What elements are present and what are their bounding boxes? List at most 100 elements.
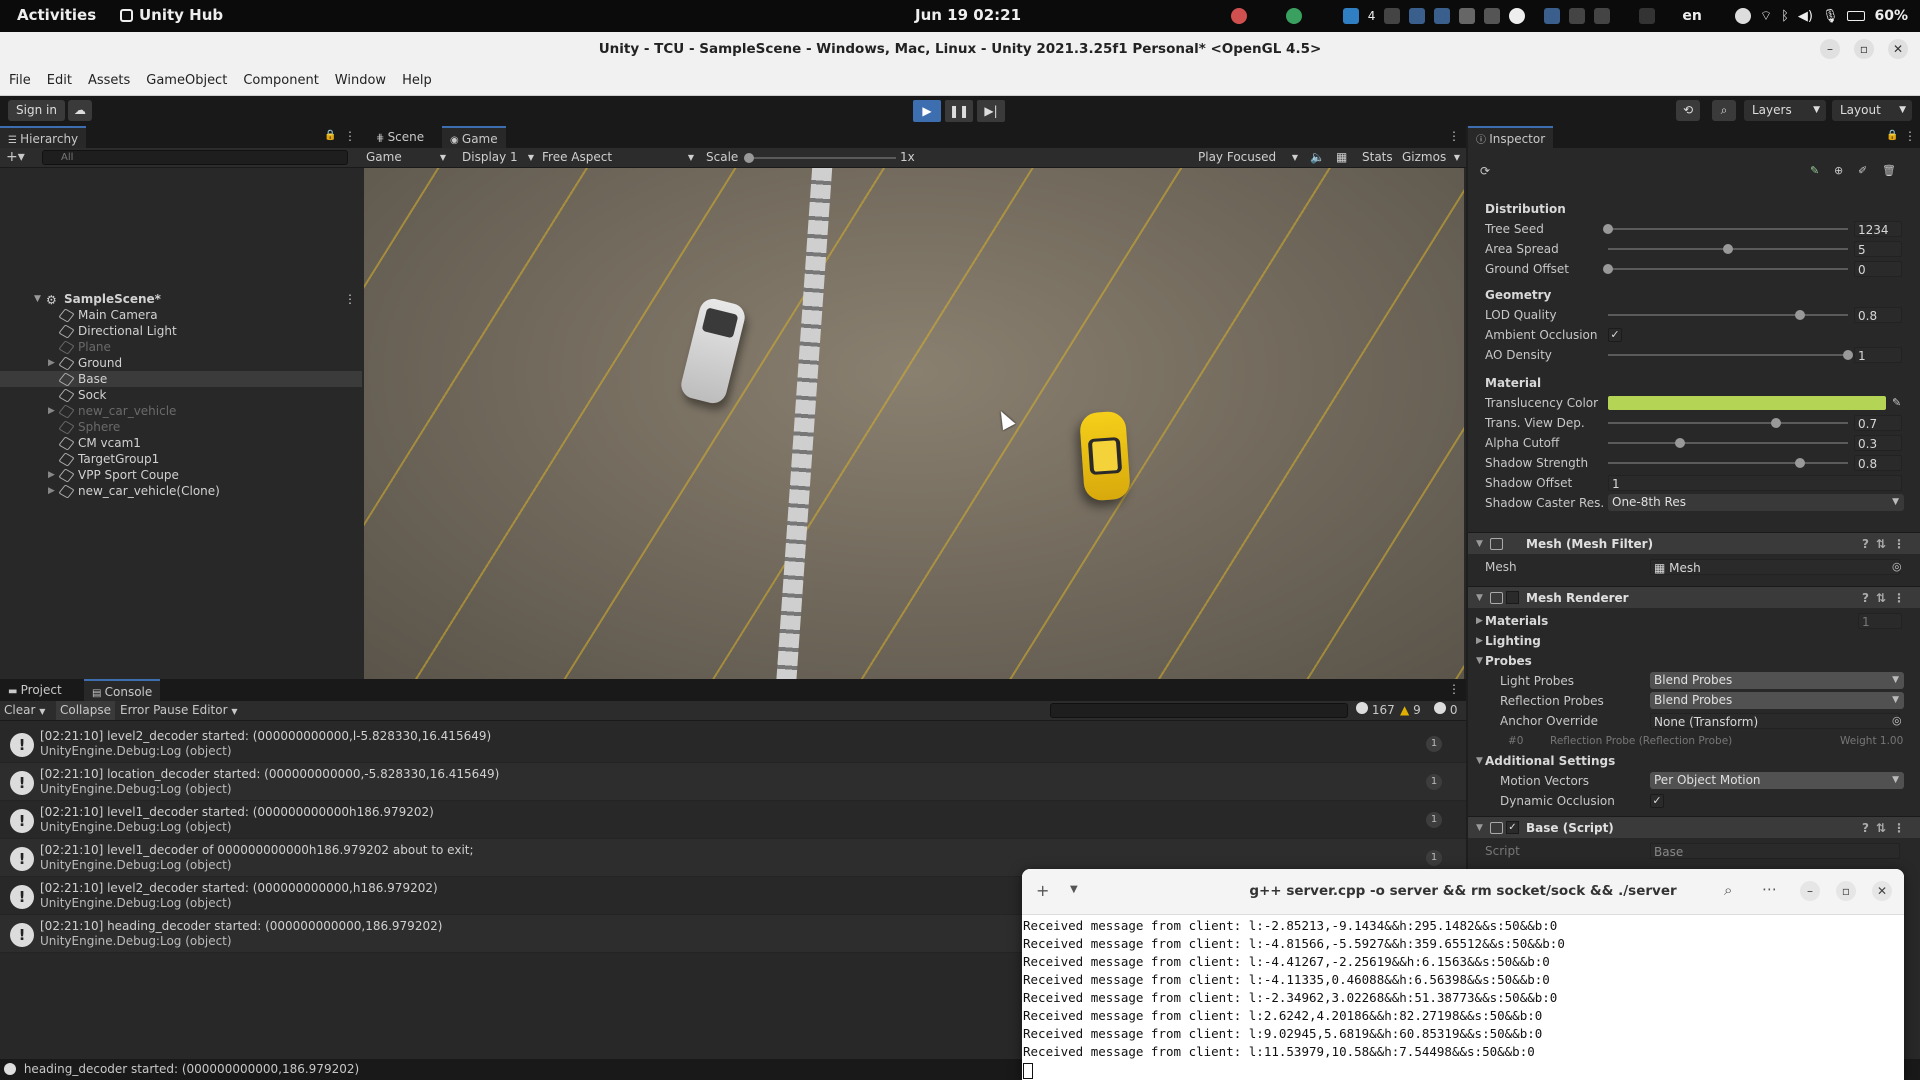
- menu-file[interactable]: File: [9, 73, 31, 88]
- trans-view-dep-slider[interactable]: [1608, 418, 1848, 428]
- window-thumb-icon[interactable]: [1384, 8, 1401, 24]
- window-thumb-icon[interactable]: [1569, 8, 1586, 24]
- tray-app-icon[interactable]: [1230, 8, 1247, 24]
- play-focused-dropdown[interactable]: Play Focused ▼: [1198, 148, 1302, 167]
- probes-row[interactable]: ▼ Probes: [1468, 652, 1920, 670]
- error-count-toggle[interactable]: 0: [1434, 701, 1457, 720]
- tab-inspector[interactable]: ⓘ Inspector: [1468, 126, 1554, 148]
- mesh-filter-header[interactable]: ▼ Mesh (Mesh Filter) ?⇅⋮: [1468, 532, 1920, 554]
- tree-seed-slider[interactable]: [1603, 224, 1848, 234]
- menu-window[interactable]: Window: [335, 73, 386, 88]
- light-probes-dropdown[interactable]: Blend Probes ▼: [1650, 672, 1904, 689]
- volume-icon[interactable]: ◀): [1798, 9, 1813, 24]
- wifi-icon[interactable]: ⌔: [1760, 8, 1772, 24]
- materials-row[interactable]: ▶ Materials 1: [1468, 612, 1920, 630]
- minimize-button[interactable]: –: [1820, 39, 1840, 59]
- hierarchy-item[interactable]: Base: [0, 371, 362, 387]
- console-log-entry[interactable]: ! [02:21:10] level2_decoder started: (000…: [0, 725, 1466, 763]
- scale-slider[interactable]: [744, 153, 896, 163]
- hierarchy-item[interactable]: ▶ VPP Sport Coupe: [0, 467, 362, 483]
- editor-dropdown[interactable]: Editor ▼: [192, 701, 238, 721]
- window-thumb-icon[interactable]: [1544, 8, 1561, 24]
- scene-row[interactable]: ▼ ⚙ SampleScene* ⋮: [0, 291, 362, 307]
- hierarchy-item[interactable]: Plane: [0, 339, 362, 355]
- component-tools[interactable]: ?⇅⋮: [1862, 817, 1912, 839]
- hierarchy-item[interactable]: ▶ Ground: [0, 355, 362, 371]
- hierarchy-search-input[interactable]: All: [42, 150, 348, 165]
- terminal-window[interactable]: + ▼ g++ server.cpp -o server && rm socke…: [1022, 869, 1904, 1080]
- shadow-strength-field[interactable]: 0.8: [1854, 455, 1902, 471]
- error-pause-toggle[interactable]: Error Pause: [120, 701, 188, 720]
- alpha-cutoff-slider[interactable]: [1608, 438, 1848, 448]
- workspace-indicator[interactable]: 4: [1368, 9, 1376, 23]
- clock[interactable]: Jun 19 02:21: [915, 6, 1021, 24]
- menu-gameobject[interactable]: GameObject: [146, 73, 227, 88]
- settings-icon[interactable]: [1509, 8, 1526, 24]
- warning-count-toggle[interactable]: ▲ 9: [1400, 701, 1421, 720]
- component-tools[interactable]: ?⇅⋮: [1862, 533, 1912, 555]
- slider-knob[interactable]: [1795, 458, 1805, 468]
- expand-arrow-icon[interactable]: ▶: [48, 403, 55, 419]
- vscode-icon[interactable]: [1342, 8, 1359, 24]
- base-script-enabled-checkbox[interactable]: ✓: [1506, 821, 1519, 834]
- hierarchy-item[interactable]: ▶ new_car_vehicle: [0, 403, 362, 419]
- maximize-button[interactable]: ▫: [1836, 881, 1856, 901]
- area-spread-slider[interactable]: [1608, 244, 1848, 254]
- activities-button[interactable]: Activities: [17, 6, 96, 24]
- hierarchy-item[interactable]: CM vcam1: [0, 435, 362, 451]
- slider-knob[interactable]: [1771, 418, 1781, 428]
- play-button[interactable]: ▶: [913, 100, 941, 122]
- reflection-probes-dropdown[interactable]: Blend Probes ▼: [1650, 692, 1904, 709]
- console-search-input[interactable]: [1050, 703, 1348, 718]
- scale-slider-knob[interactable]: [744, 153, 754, 163]
- mesh-object-field[interactable]: ▦ Mesh: [1650, 559, 1900, 575]
- hierarchy-item[interactable]: Sock: [0, 387, 362, 403]
- ao-density-field[interactable]: 1: [1854, 347, 1902, 363]
- lock-icon[interactable]: 🔒: [324, 130, 336, 141]
- slider-knob[interactable]: [1603, 224, 1613, 234]
- paint-icon[interactable]: ✎: [1810, 164, 1819, 177]
- mesh-renderer-enabled-checkbox[interactable]: [1506, 591, 1519, 604]
- more-options-icon[interactable]: ⋮: [1448, 682, 1460, 696]
- expand-arrow-icon[interactable]: ▶: [48, 467, 55, 483]
- anchor-override-field[interactable]: None (Transform): [1650, 713, 1900, 729]
- hierarchy-item[interactable]: ▶ new_car_vehicle(Clone): [0, 483, 362, 499]
- log-count-toggle[interactable]: 167: [1356, 701, 1395, 720]
- lock-icon[interactable]: 🔒: [1886, 130, 1898, 141]
- tree-seed-field[interactable]: 1234: [1854, 221, 1902, 237]
- expand-arrow-icon[interactable]: ▶: [48, 355, 55, 371]
- ambient-occlusion-checkbox[interactable]: ✓: [1608, 328, 1622, 342]
- menu-icon[interactable]: ⋯: [1762, 880, 1777, 898]
- more-options-icon[interactable]: ⋮: [1904, 129, 1916, 143]
- app-menu[interactable]: Unity Hub: [120, 6, 223, 24]
- bluetooth-icon[interactable]: ᛒ: [1781, 9, 1789, 24]
- tray-app-icon[interactable]: [1285, 8, 1302, 24]
- base-script-header[interactable]: ▼ ✓ Base (Script) ?⇅⋮: [1468, 816, 1920, 838]
- window-thumb-icon[interactable]: [1459, 8, 1476, 24]
- terminal-output[interactable]: Received message from client: l:-2.85213…: [1023, 917, 1904, 1080]
- eyedropper-icon[interactable]: ✎: [1892, 394, 1901, 412]
- stats-button[interactable]: Stats: [1362, 148, 1393, 167]
- slider-knob[interactable]: [1843, 350, 1853, 360]
- dynamic-occlusion-checkbox[interactable]: ✓: [1650, 794, 1664, 808]
- terminal-icon[interactable]: [1639, 8, 1656, 24]
- window-thumb-icon[interactable]: [1594, 8, 1611, 24]
- more-options-icon[interactable]: ⋮: [344, 129, 356, 143]
- terminal-titlebar[interactable]: + ▼ g++ server.cpp -o server && rm socke…: [1022, 869, 1904, 915]
- alpha-cutoff-field[interactable]: 0.3: [1854, 435, 1902, 451]
- tab-scene[interactable]: ⋕ Scene: [368, 126, 432, 148]
- expand-arrow-icon[interactable]: ▶: [48, 483, 55, 499]
- object-picker-icon[interactable]: ◎: [1892, 712, 1902, 730]
- window-thumb-icon[interactable]: [1409, 8, 1426, 24]
- more-options-icon[interactable]: ⋮: [1448, 129, 1460, 143]
- tab-game[interactable]: ◉ Game: [442, 126, 506, 148]
- battery-icon[interactable]: [1847, 11, 1866, 21]
- console-log-entry[interactable]: ! [02:21:10] level1_decoder started: (000…: [0, 801, 1466, 839]
- search-icon[interactable]: ⌕: [1724, 881, 1732, 899]
- refresh-icon[interactable]: ⟳: [1480, 164, 1490, 178]
- window-titlebar[interactable]: Unity - TCU - SampleScene - Windows, Mac…: [0, 32, 1920, 66]
- slider-knob[interactable]: [1723, 244, 1733, 254]
- hierarchy-item[interactable]: Main Camera: [0, 307, 362, 323]
- edit-icon[interactable]: ✐: [1858, 164, 1867, 177]
- layers-dropdown[interactable]: Layers ▼: [1744, 100, 1826, 121]
